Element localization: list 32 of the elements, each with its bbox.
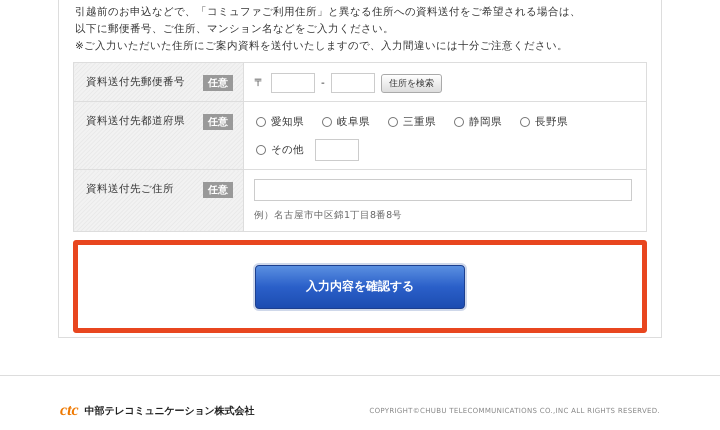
radio-label: その他 [271,143,304,157]
field-label: 資料送付先都道府県 [86,114,185,128]
confirm-button[interactable]: 入力内容を確認する [255,264,465,308]
separator: - [321,77,325,89]
example-text: 例）名古屋市中区錦1丁目8番8号 [254,209,404,222]
postal-mark: 〒 [254,76,265,90]
optional-badge: 任意 [203,182,233,198]
radio-button[interactable] [388,117,398,127]
intro-text: 引越前のお申込などで、「コミュファご利用住所」と異なる住所への資料送付をご希望される場合は、 [75,5,582,20]
optional-badge: 任意 [203,114,233,130]
radio-label: 愛知県 [271,115,304,129]
radio-button[interactable] [256,117,266,127]
company-logo: ctc [60,402,79,420]
radio-button[interactable] [256,145,266,155]
postal-code-field[interactable] [271,73,315,93]
radio-label: 岐阜県 [337,115,370,129]
postal-code-field[interactable] [330,73,375,93]
other-field[interactable] [315,139,359,161]
address-field[interactable] [254,179,632,201]
field-label: 資料送付先郵便番号 [86,75,185,89]
radio-button[interactable] [520,117,530,127]
company-name: 中部テレコミュニケーション株式会社 [84,404,255,418]
intro-text: 以下に郵便番号、ご住所、マンション名などをご入力ください。 [75,22,395,37]
radio-label: 長野県 [535,115,568,129]
radio-label: 三重県 [403,115,436,129]
radio-label: 静岡県 [469,115,502,129]
address-search-button[interactable]: 住所を検索 [380,74,442,92]
field-label: 資料送付先ご住所 [86,182,174,196]
radio-button[interactable] [454,117,464,127]
radio-button[interactable] [322,117,332,127]
optional-badge: 任意 [203,75,233,91]
intro-text: ※ご入力いただいた住所にご案内資料を送付いたしますので、入力間違いには十分ご注意ください。 [75,39,569,54]
